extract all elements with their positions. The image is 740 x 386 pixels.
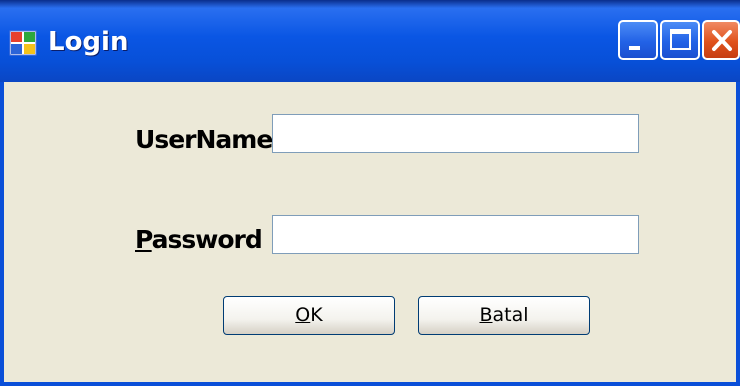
password-label-text-rest: assword	[151, 225, 263, 254]
windows-form-icon	[9, 30, 37, 56]
cancel-button[interactable]: Batal	[418, 296, 590, 335]
username-input[interactable]	[272, 114, 639, 153]
username-label-text: U	[135, 125, 155, 154]
password-label: Password	[135, 225, 263, 255]
password-label-mnemonic: P	[135, 225, 153, 254]
cancel-button-mnemonic: B	[479, 304, 493, 326]
window-title: Login	[48, 27, 129, 57]
ok-button-label-rest: K	[310, 304, 323, 326]
ok-button-mnemonic: O	[295, 304, 311, 326]
cancel-button-label-rest: atal	[492, 304, 529, 326]
minimize-button[interactable]	[618, 20, 658, 60]
close-button[interactable]	[702, 20, 740, 60]
password-input[interactable]	[272, 215, 639, 254]
login-window: Login UserName Password OK Batal	[0, 0, 740, 386]
username-label-text-rest: serName	[154, 125, 273, 154]
maximize-button[interactable]	[660, 20, 700, 60]
username-label: UserName	[135, 125, 273, 155]
ok-button[interactable]: OK	[223, 296, 395, 335]
title-bar[interactable]: Login	[0, 0, 740, 82]
